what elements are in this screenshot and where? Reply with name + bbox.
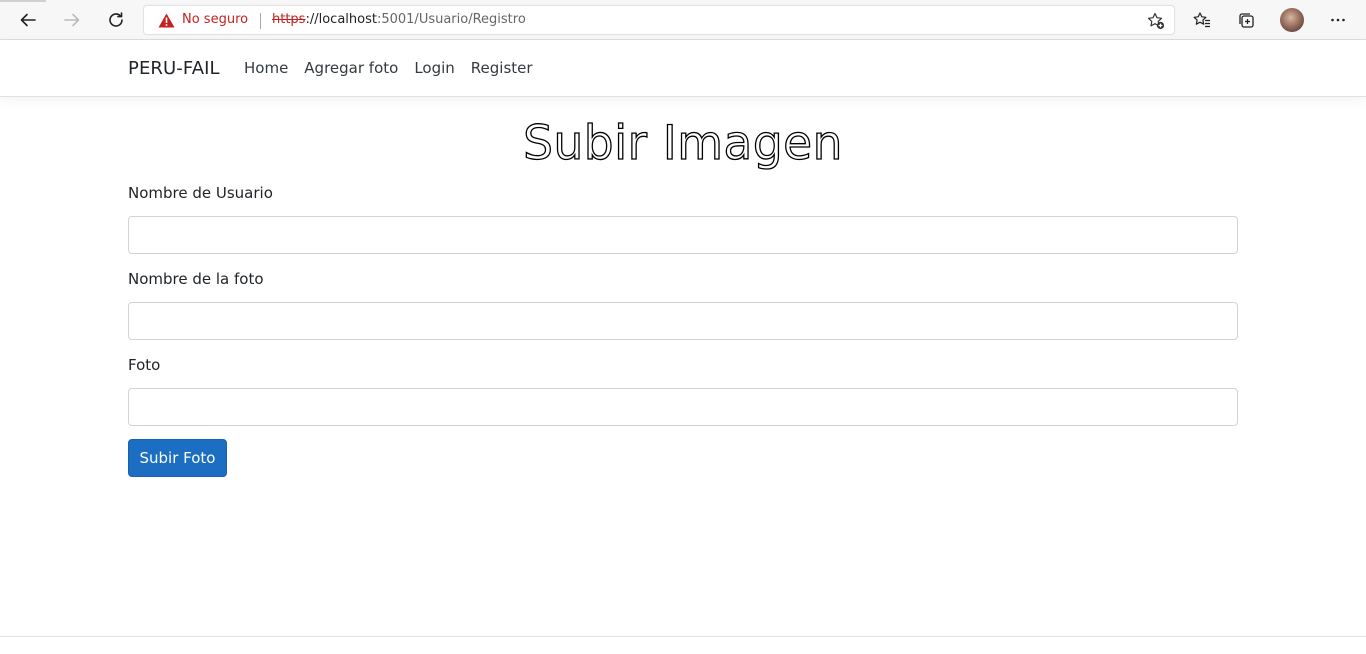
submit-photo-button[interactable]: Subir Foto <box>128 439 227 477</box>
more-icon <box>1331 18 1345 22</box>
back-icon <box>20 13 36 27</box>
nav-link-login[interactable]: Login <box>406 59 462 77</box>
username-input[interactable] <box>128 216 1238 254</box>
form-group-username: Nombre de Usuario <box>128 184 1238 254</box>
nav-link-register[interactable]: Register <box>463 59 541 77</box>
profile-avatar[interactable] <box>1280 8 1304 32</box>
forward-button[interactable] <box>58 6 86 34</box>
nav-link-home[interactable]: Home <box>236 59 296 77</box>
collections-button[interactable] <box>1233 7 1259 33</box>
address-divider <box>260 13 261 29</box>
favorites-button[interactable] <box>1189 7 1215 33</box>
refresh-button[interactable] <box>102 6 130 34</box>
browser-toolbar: No seguro https://localhost:5001/Usuario… <box>0 0 1366 40</box>
url-path: :5001/Usuario/Registro <box>376 12 526 27</box>
page-title: Subir Imagen <box>522 115 843 171</box>
site-navbar: PERU-FAIL Home Agregar foto Login Regist… <box>0 40 1366 97</box>
forward-icon <box>64 13 80 27</box>
favorites-icon <box>1193 12 1210 28</box>
url-text[interactable]: https://localhost:5001/Usuario/Registro <box>272 12 526 27</box>
back-button[interactable] <box>14 6 42 34</box>
photo-name-input[interactable] <box>128 302 1238 340</box>
username-label: Nombre de Usuario <box>128 184 273 202</box>
address-bar[interactable]: No seguro https://localhost:5001/Usuario… <box>143 5 1175 35</box>
form-group-photo: Foto <box>128 356 1238 426</box>
brand-link[interactable]: PERU-FAIL <box>128 58 220 79</box>
refresh-icon <box>109 12 123 27</box>
collections-icon <box>1239 13 1254 28</box>
url-scheme: https <box>272 12 306 27</box>
nav-link-agregar-foto[interactable]: Agregar foto <box>296 59 406 77</box>
url-host: ://localhost <box>305 12 377 27</box>
photo-name-label: Nombre de la foto <box>128 270 264 288</box>
photo-label: Foto <box>128 356 161 374</box>
nav-links: Home Agregar foto Login Register <box>236 59 541 77</box>
footer-divider <box>0 636 1366 637</box>
not-secure-label[interactable]: No seguro <box>182 12 248 27</box>
add-favorite-icon[interactable] <box>1146 11 1166 31</box>
tab-strip-edge <box>0 0 46 2</box>
warning-icon[interactable] <box>158 13 175 28</box>
more-button[interactable] <box>1325 7 1351 33</box>
form-group-photo-name: Nombre de la foto <box>128 270 1238 340</box>
photo-input[interactable] <box>128 388 1238 426</box>
